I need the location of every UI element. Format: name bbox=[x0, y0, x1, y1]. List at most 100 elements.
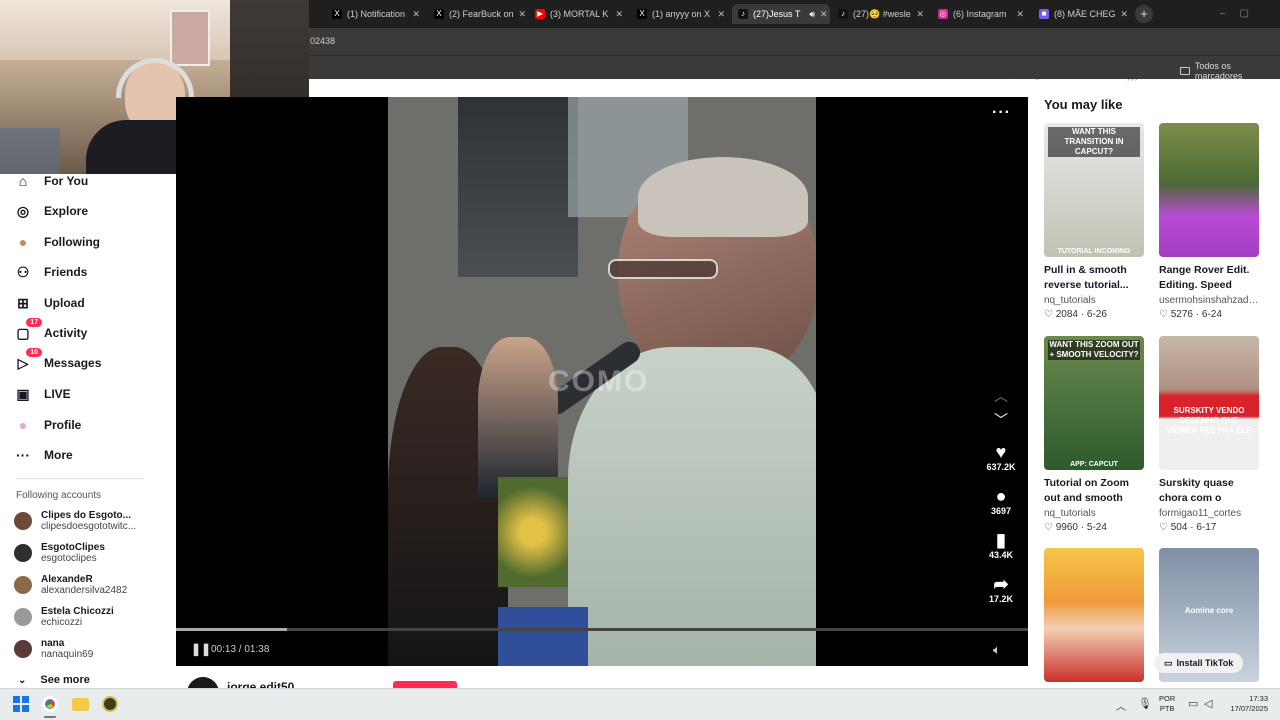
progress-fill bbox=[176, 628, 287, 631]
monitor-icon: ▭ bbox=[1164, 657, 1173, 668]
recommended-video-card[interactable]: WANT THIS TRANSITION IN CAPCUT? TUTORIAL … bbox=[1044, 123, 1144, 320]
following-account[interactable]: Estela Chicozzi echicozzi bbox=[14, 606, 114, 628]
recommended-video-card[interactable]: SURSKITY VENDO DESENHO QUE VIEWER FEZ PR… bbox=[1159, 336, 1259, 533]
browser-tab[interactable]: ▶ (3) MORTAL K ✕ bbox=[529, 4, 629, 24]
network-icon[interactable]: ▭ bbox=[1188, 697, 1198, 710]
video-thumbnail[interactable] bbox=[1159, 123, 1259, 257]
progress-track[interactable] bbox=[176, 628, 1028, 631]
tab-close-icon[interactable]: ✕ bbox=[717, 9, 725, 20]
tab-close-icon[interactable]: ✕ bbox=[1121, 9, 1129, 20]
video-thumbnail[interactable]: SURSKITY VENDO DESENHO QUE VIEWER FEZ PR… bbox=[1159, 336, 1259, 470]
account-name: nana bbox=[41, 638, 65, 649]
save-action[interactable]: ▮ 43.4K bbox=[984, 530, 1018, 560]
tab-close-icon[interactable]: ✕ bbox=[615, 9, 623, 20]
sidebar-item[interactable]: ▷ 10 Messages bbox=[14, 348, 101, 373]
video-author[interactable]: nq_tutorials bbox=[1044, 508, 1144, 519]
previous-video-icon[interactable]: ︿ bbox=[994, 386, 1008, 406]
like-count: 504 bbox=[1170, 522, 1188, 533]
taskbar-clock[interactable]: 17:33 17/07/2025 bbox=[1226, 694, 1268, 714]
see-more-button[interactable]: ⌄ See more bbox=[18, 674, 90, 686]
browser-tab[interactable]: ■ (8) MÃE CHEG ✕ bbox=[1033, 4, 1131, 24]
following-account[interactable]: EsgotoClipes esgotoclipes bbox=[14, 542, 105, 564]
recommended-video-card[interactable]: Range Rover Edit. Editing. Speed Ram... u… bbox=[1159, 123, 1259, 320]
sidebar-item-label: LIVE bbox=[44, 387, 71, 401]
following-account[interactable]: Clipes do Esgoto... clipesdoesgototwitc..… bbox=[14, 510, 136, 532]
video-thumbnail[interactable] bbox=[1044, 548, 1144, 682]
stage-flowers bbox=[498, 477, 568, 587]
following-account[interactable]: AlexandeR alexandersilva2482 bbox=[14, 574, 127, 596]
home-icon: ⌂ bbox=[18, 173, 28, 189]
language-indicator[interactable]: POR PTB bbox=[1159, 694, 1175, 714]
file-explorer-icon[interactable] bbox=[72, 698, 89, 711]
thumbnail-caption: WANT THIS ZOOM OUT + SMOOTH VELOCITY? bbox=[1048, 340, 1140, 360]
all-bookmarks-label: Todos os marcadores bbox=[1194, 61, 1243, 81]
like-count: 637.2K bbox=[986, 462, 1016, 472]
thumbnail-footer: TUTORIAL INCOMING bbox=[1057, 248, 1131, 255]
all-bookmarks-folder[interactable]: Todos os marcadores bbox=[1180, 61, 1280, 81]
browser-tab[interactable]: X (1) Notification ✕ bbox=[326, 4, 426, 24]
sidebar-item[interactable]: ◎ Explore bbox=[14, 201, 88, 221]
tab-favicon-icon: X bbox=[434, 9, 444, 19]
video-title[interactable]: Surskity quase chora com o desenho qu... bbox=[1159, 476, 1259, 506]
tab-close-icon[interactable]: ✕ bbox=[519, 9, 527, 20]
sidebar-item[interactable]: ⊞ Upload bbox=[14, 293, 85, 313]
tab-title: (27)Jesus T bbox=[753, 9, 801, 19]
video-title[interactable]: Tutorial on Zoom out and smooth velocit.… bbox=[1044, 476, 1144, 506]
tray-chevron-icon[interactable]: ︿ bbox=[1116, 698, 1126, 713]
sidebar-item[interactable]: ⚇ Friends bbox=[14, 262, 88, 282]
avatar bbox=[14, 640, 32, 658]
video-title[interactable]: Pull in & smooth reverse tutorial... bbox=[1044, 263, 1144, 293]
tab-title: (3) MORTAL K bbox=[550, 9, 609, 19]
install-tiktok-button[interactable]: ▭ Install TikTok bbox=[1154, 653, 1244, 673]
app-taskbar-icon[interactable] bbox=[102, 696, 118, 712]
browser-tab[interactable]: X (1) anyyy on X ✕ bbox=[631, 4, 731, 24]
video-more-options-icon[interactable]: ··· bbox=[992, 104, 1011, 122]
browser-tab[interactable]: ◎ (6) Instagram ✕ bbox=[932, 4, 1030, 24]
speaker-icon[interactable]: ◁ bbox=[1204, 697, 1212, 710]
sidebar-item[interactable]: ⌂ For You bbox=[14, 171, 88, 191]
stage-banner bbox=[498, 607, 588, 666]
sidebar-item[interactable]: ● Profile bbox=[14, 415, 82, 435]
browser-tab[interactable]: ♪ (27)🥺 #wesle ✕ bbox=[832, 4, 930, 24]
sidebar-item-label: Upload bbox=[44, 296, 85, 310]
video-thumbnail[interactable]: WANT THIS ZOOM OUT + SMOOTH VELOCITY? APP… bbox=[1044, 336, 1144, 470]
new-tab-button[interactable]: + bbox=[1135, 5, 1153, 23]
video-author[interactable]: usermohsinshahzad1... bbox=[1159, 295, 1259, 306]
comment-action[interactable]: ● 3697 bbox=[984, 486, 1018, 516]
volume-icon[interactable]: 🔈︎ bbox=[993, 642, 1001, 658]
tab-close-icon[interactable]: ✕ bbox=[916, 9, 924, 20]
video-thumbnail[interactable]: WANT THIS TRANSITION IN CAPCUT? TUTORIAL … bbox=[1044, 123, 1144, 257]
clock-date: 17/07/2025 bbox=[1230, 704, 1268, 713]
microphone-icon[interactable]: 🎙︎ bbox=[1138, 697, 1152, 710]
tab-favicon-icon: ◎ bbox=[938, 9, 948, 19]
video-author[interactable]: formigao11_cortes bbox=[1159, 508, 1259, 519]
sidebar-item[interactable]: ··· More bbox=[14, 445, 73, 465]
tab-close-icon[interactable]: ✕ bbox=[820, 9, 828, 20]
recommended-video-card[interactable]: WANT THIS ZOOM OUT + SMOOTH VELOCITY? APP… bbox=[1044, 336, 1144, 533]
video-frame[interactable]: COMO bbox=[388, 97, 816, 666]
recommended-video-card[interactable] bbox=[1044, 548, 1144, 682]
sidebar-item[interactable]: ▢ 17 Activity bbox=[14, 318, 87, 343]
browser-tab[interactable]: X (2) FearBuck on ✕ bbox=[428, 4, 528, 24]
like-action[interactable]: ♥ 637.2K bbox=[984, 442, 1018, 472]
thumbnail-caption: Aomine core bbox=[1184, 606, 1234, 615]
sidebar-item[interactable]: ● Following bbox=[14, 232, 100, 252]
share-action[interactable]: ➦ 17.2K bbox=[984, 574, 1018, 604]
sidebar-item[interactable]: ▣ LIVE bbox=[14, 384, 71, 404]
tab-close-icon[interactable]: ✕ bbox=[412, 9, 420, 20]
chrome-taskbar-icon[interactable] bbox=[42, 696, 58, 712]
more-dots-icon: ··· bbox=[16, 447, 30, 463]
browser-tab[interactable]: ♪ (27)Jesus T 🔊︎ ✕ bbox=[732, 4, 830, 24]
tab-audio-icon[interactable]: 🔊︎ bbox=[809, 9, 815, 20]
heart-outline-icon: ♡ bbox=[1044, 309, 1053, 320]
start-button-icon[interactable] bbox=[13, 696, 29, 712]
account-handle: esgotoclipes bbox=[41, 553, 97, 564]
pause-icon[interactable]: ❚❚ bbox=[191, 642, 211, 656]
following-accounts-title: Following accounts bbox=[16, 490, 102, 501]
url-text[interactable]: 02438 bbox=[310, 36, 335, 46]
next-video-icon[interactable]: ﹀ bbox=[994, 410, 1008, 430]
video-title[interactable]: Range Rover Edit. Editing. Speed Ram... bbox=[1159, 263, 1259, 293]
following-account[interactable]: nana nanaquin69 bbox=[14, 638, 93, 660]
video-author[interactable]: nq_tutorials bbox=[1044, 295, 1144, 306]
tab-close-icon[interactable]: ✕ bbox=[1016, 9, 1024, 20]
